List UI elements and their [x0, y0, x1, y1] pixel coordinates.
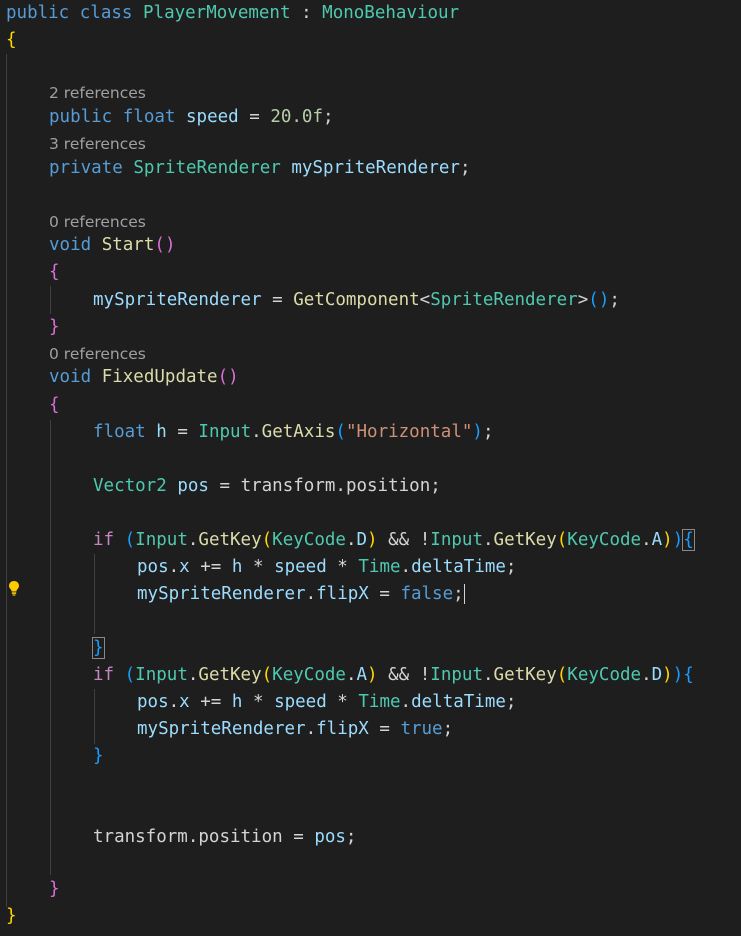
code-line[interactable]: mySpriteRenderer = GetComponent<SpriteRe… — [93, 287, 741, 314]
indent-guide — [6, 54, 7, 907]
matched-bracket: { — [682, 529, 695, 551]
code-line[interactable]: { — [49, 259, 741, 286]
code-line[interactable]: void Start() — [49, 232, 741, 259]
indent-guide — [50, 286, 51, 314]
code-line[interactable]: public class PlayerMovement : MonoBehavi… — [6, 0, 741, 27]
code-line[interactable]: } — [92, 635, 741, 662]
code-line[interactable]: pos.x += h * speed * Time.deltaTime; — [137, 689, 741, 716]
code-line[interactable]: transform.position = pos; — [93, 824, 741, 851]
indent-guide — [94, 554, 95, 634]
codelens-references[interactable]: 2 references — [49, 81, 741, 105]
code-line[interactable]: mySpriteRenderer.flipX = false; — [137, 581, 741, 608]
code-line[interactable]: } — [93, 743, 741, 770]
code-line[interactable]: public float speed = 20.0f; — [49, 104, 741, 131]
indent-guide — [50, 420, 51, 875]
code-line[interactable]: private SpriteRenderer mySpriteRenderer; — [49, 155, 741, 182]
code-line[interactable]: { — [49, 392, 741, 419]
matched-bracket: } — [92, 637, 105, 659]
code-line[interactable]: if (Input.GetKey(KeyCode.D) && !Input.Ge… — [93, 527, 741, 554]
text-cursor — [463, 584, 465, 604]
code-line[interactable]: float h = Input.GetAxis("Horizontal"); — [93, 419, 741, 446]
indent-guide — [94, 689, 95, 744]
code-line[interactable]: } — [49, 876, 741, 903]
codelens-references[interactable]: 0 references — [49, 342, 741, 366]
lightbulb-icon[interactable] — [8, 580, 20, 596]
class-name: PlayerMovement — [143, 3, 291, 23]
code-line[interactable]: { — [6, 27, 741, 54]
code-editor[interactable]: public class PlayerMovement : MonoBehavi… — [0, 0, 741, 936]
code-line[interactable]: Vector2 pos = transform.position; — [93, 473, 741, 500]
codelens-references[interactable]: 0 references — [49, 210, 741, 234]
code-line[interactable]: void FixedUpdate() — [49, 364, 741, 391]
code-line[interactable]: pos.x += h * speed * Time.deltaTime; — [137, 554, 741, 581]
code-line[interactable]: if (Input.GetKey(KeyCode.A) && !Input.Ge… — [93, 662, 741, 689]
code-line[interactable]: } — [49, 314, 741, 341]
codelens-references[interactable]: 3 references — [49, 132, 741, 156]
code-line[interactable]: } — [6, 903, 741, 930]
code-line[interactable]: mySpriteRenderer.flipX = true; — [137, 716, 741, 743]
